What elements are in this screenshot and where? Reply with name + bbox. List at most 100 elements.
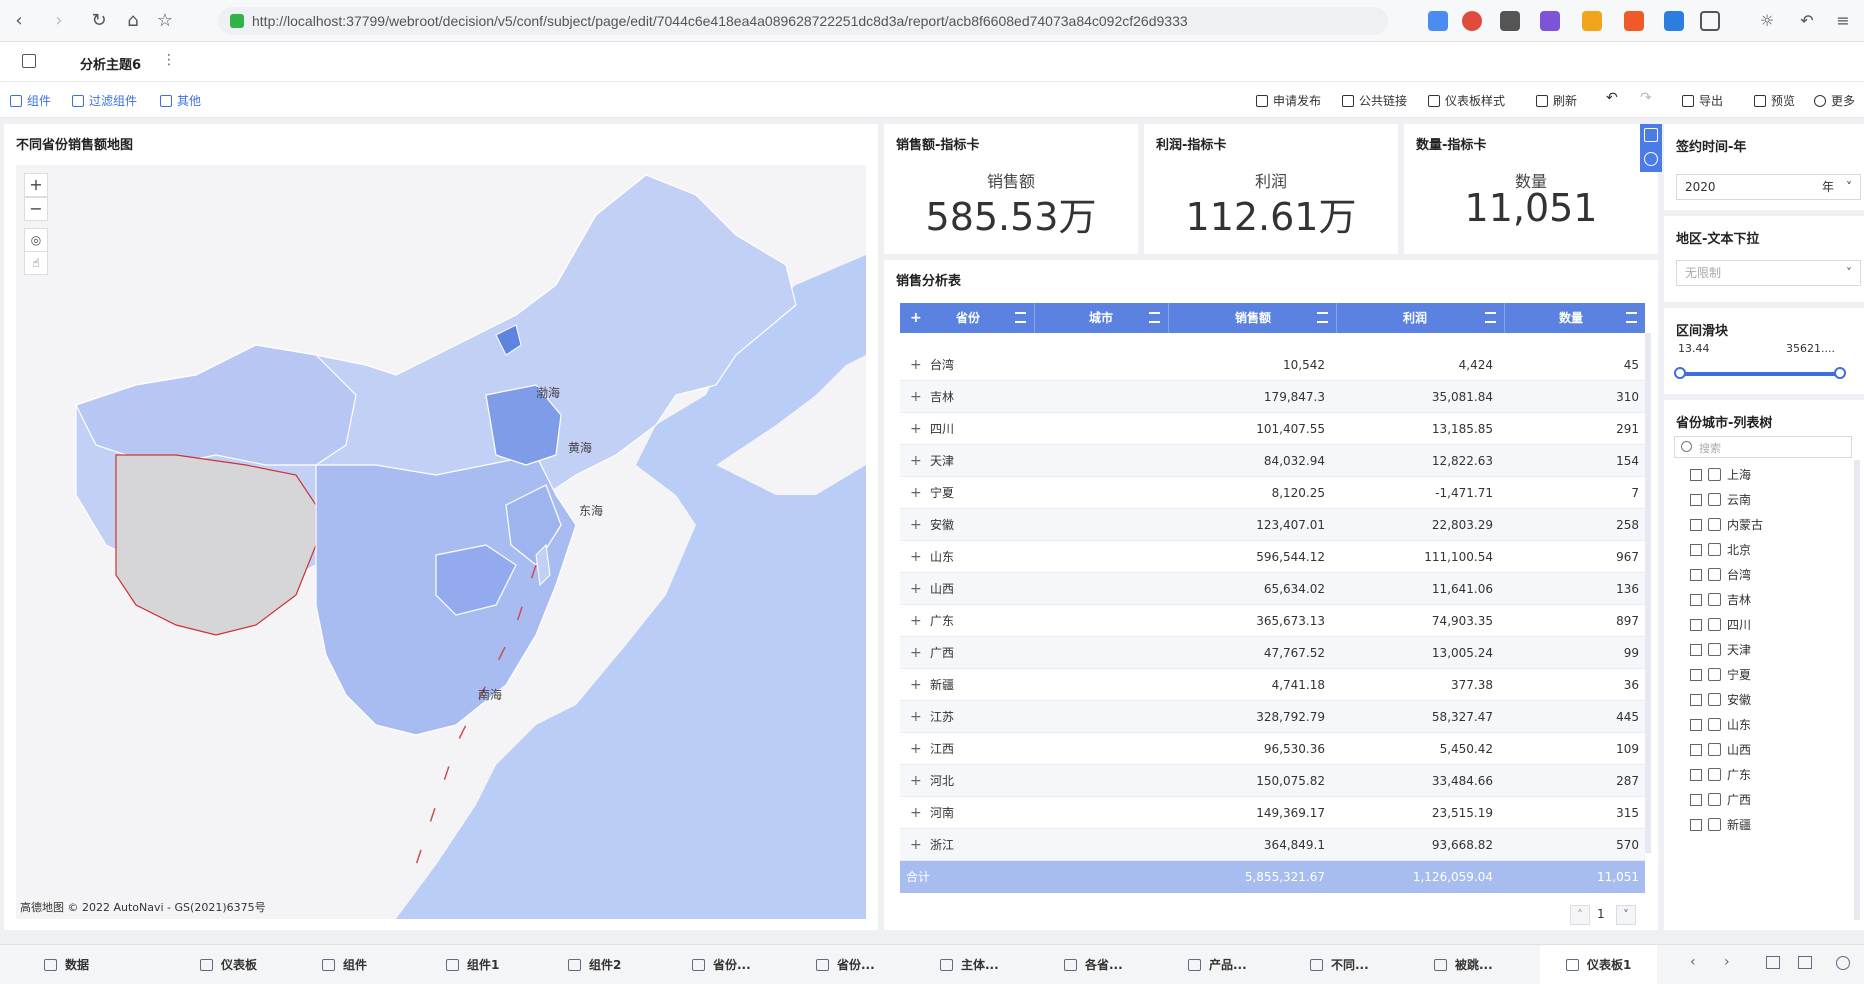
slider-track[interactable] [1680, 372, 1840, 376]
expand-icon[interactable] [1690, 744, 1702, 756]
page-up-button[interactable]: ˄ [1570, 905, 1590, 925]
table-row[interactable]: + 新疆 4,741.18 377.38 36 [900, 669, 1645, 701]
region-select[interactable]: 无限制 ˅ [1676, 260, 1861, 286]
sheet-tab[interactable]: 省份... [816, 945, 875, 984]
expand-row-icon[interactable]: + [910, 413, 922, 445]
sheet-tab[interactable]: 组件1 [446, 945, 499, 984]
expand-row-icon[interactable]: + [910, 349, 922, 381]
expand-row-icon[interactable]: + [910, 701, 922, 733]
expand-icon[interactable] [1690, 469, 1702, 481]
column-header-qty[interactable]: 数量 [1505, 303, 1645, 333]
sort-icon[interactable] [1015, 312, 1026, 323]
expand-icon[interactable] [1690, 769, 1702, 781]
tree-item[interactable]: 山东 [1690, 716, 1751, 738]
expand-row-icon[interactable]: + [910, 477, 922, 509]
search-icon[interactable] [1664, 11, 1684, 31]
expand-icon[interactable] [1690, 594, 1702, 606]
table-row[interactable]: + 江苏 328,792.79 58,327.47 445 [900, 701, 1645, 733]
public-link-button[interactable]: 公共链接 [1342, 92, 1407, 109]
table-row[interactable]: + 广东 365,673.13 74,903.35 897 [900, 605, 1645, 637]
expand-icon[interactable] [1690, 819, 1702, 831]
tree-scrollbar[interactable] [1854, 460, 1860, 920]
expand-icon[interactable] [1690, 519, 1702, 531]
publish-button[interactable]: 申请发布 [1256, 92, 1321, 109]
checkbox[interactable] [1708, 793, 1721, 806]
tree-item[interactable]: 新疆 [1690, 816, 1751, 838]
sort-icon[interactable] [1317, 312, 1328, 323]
subject-tab[interactable]: 分析主题6 [80, 54, 141, 73]
tree-item[interactable]: 四川 [1690, 616, 1751, 638]
checkbox[interactable] [1708, 768, 1721, 781]
tree-search-box[interactable]: 搜索 [1674, 436, 1852, 458]
expand-icon[interactable] [1690, 619, 1702, 631]
sheet-tab[interactable]: 组件 [322, 945, 367, 984]
expand-icon[interactable] [1690, 544, 1702, 556]
expand-row-icon[interactable]: + [910, 637, 922, 669]
table-row[interactable]: + 河南 149,369.17 23,515.19 315 [900, 797, 1645, 829]
add-sheet-icon[interactable] [1766, 956, 1780, 969]
table-row[interactable]: + 天津 84,032.94 12,822.63 154 [900, 445, 1645, 477]
expand-row-icon[interactable]: + [910, 797, 922, 829]
table-row[interactable]: + 安徽 123,407.01 22,803.29 258 [900, 509, 1645, 541]
address-bar[interactable]: http://localhost:37799/webroot/decision/… [218, 7, 1388, 35]
expand-icon[interactable] [1690, 569, 1702, 581]
sheet-tab[interactable]: 仪表板1 [1540, 945, 1658, 984]
table-row[interactable]: + 浙江 364,849.1 93,668.82 570 [900, 829, 1645, 861]
apps-icon[interactable] [1700, 11, 1720, 31]
expand-icon[interactable] [1690, 669, 1702, 681]
checkbox[interactable] [1708, 818, 1721, 831]
undo-button[interactable]: ↶ [1606, 90, 1618, 106]
checkbox[interactable] [1708, 468, 1721, 481]
sheet-tab[interactable]: 数据 [44, 945, 89, 984]
tree-item[interactable]: 广西 [1690, 791, 1751, 813]
sort-icon[interactable] [1149, 312, 1160, 323]
expand-row-icon[interactable]: + [910, 669, 922, 701]
sort-icon[interactable] [1626, 312, 1637, 323]
reload-icon[interactable]: ↻ [86, 8, 112, 34]
hand-icon[interactable]: ☝ [24, 251, 48, 275]
checkbox[interactable] [1708, 543, 1721, 556]
sheet-tab[interactable]: 仪表板 [200, 945, 257, 984]
tree-item[interactable]: 吉林 [1690, 591, 1751, 613]
table-row[interactable]: + 山西 65,634.02 11,641.06 136 [900, 573, 1645, 605]
table-row[interactable]: + 四川 101,407.55 13,185.85 291 [900, 413, 1645, 445]
back-icon[interactable]: ‹ [6, 8, 32, 34]
tree-item[interactable]: 山西 [1690, 741, 1751, 763]
sheet-tab[interactable]: 省份... [692, 945, 751, 984]
compass-icon[interactable]: ◎ [24, 228, 48, 252]
menu-icon[interactable]: ≡ [1830, 8, 1856, 34]
translate-icon[interactable] [1540, 11, 1560, 31]
expand-icon[interactable] [1690, 694, 1702, 706]
scissors-icon[interactable] [1500, 11, 1520, 31]
redo-button[interactable]: ↷ [1640, 90, 1652, 106]
expand-row-icon[interactable]: + [910, 541, 922, 573]
expand-row-icon[interactable]: + [910, 605, 922, 637]
tree-item[interactable]: 宁夏 [1690, 666, 1751, 688]
sheet-tab[interactable]: 组件2 [568, 945, 621, 984]
column-header-province[interactable]: 省份 [900, 303, 1035, 333]
expand-icon[interactable] [1690, 494, 1702, 506]
checkbox[interactable] [1708, 518, 1721, 531]
sort-icon[interactable] [1485, 312, 1496, 323]
expand-icon[interactable] [1690, 644, 1702, 656]
expand-row-icon[interactable]: + [910, 765, 922, 797]
collapse-icon[interactable] [1644, 152, 1658, 166]
edit-icon[interactable] [1644, 128, 1658, 142]
checkbox[interactable] [1708, 493, 1721, 506]
checkbox[interactable] [1708, 593, 1721, 606]
expand-row-icon[interactable]: + [910, 733, 922, 765]
zoom-out-button[interactable]: − [24, 197, 48, 221]
table-row[interactable]: + 山东 596,544.12 111,100.54 967 [900, 541, 1645, 573]
table-row[interactable]: + 广西 47,767.52 13,005.24 99 [900, 637, 1645, 669]
more-icon[interactable]: ⋮ [162, 52, 176, 68]
tree-item[interactable]: 云南 [1690, 491, 1751, 513]
exit-icon[interactable] [22, 54, 36, 68]
component-button[interactable]: 组件 [10, 92, 51, 109]
scroll-left-icon[interactable]: ‹ [1690, 954, 1696, 970]
table-row[interactable]: + 台湾 10,542 4,424 45 [900, 349, 1645, 381]
tree-item[interactable]: 上海 [1690, 466, 1751, 488]
home-icon[interactable]: ⌂ [120, 8, 146, 34]
undo-icon[interactable]: ↶ [1794, 8, 1820, 34]
url-text[interactable]: http://localhost:37799/webroot/decision/… [252, 13, 1188, 29]
tree-item[interactable]: 天津 [1690, 641, 1751, 663]
